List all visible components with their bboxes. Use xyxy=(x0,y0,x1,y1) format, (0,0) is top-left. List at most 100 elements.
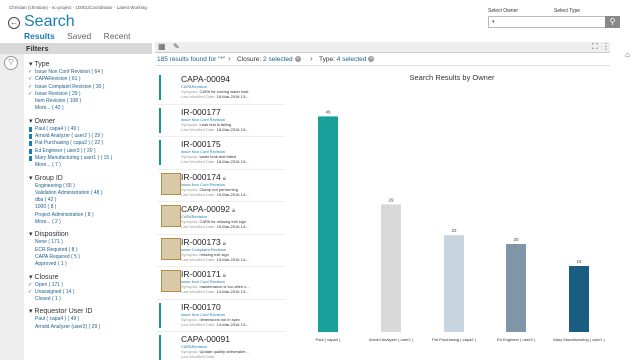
result-card[interactable]: IR-000177 Issue Non Conf Revision Synopsis… xyxy=(157,105,285,137)
filter-item[interactable]: Item Revision ( 108 ) xyxy=(25,98,152,105)
result-card[interactable]: IR-000174 🔒︎ Issue Non Conf Revision Synops… xyxy=(157,170,285,202)
filter-item[interactable]: Project Administration ( 8 ) xyxy=(25,212,152,219)
result-id[interactable]: IR-000175 xyxy=(181,139,221,149)
filter-item-label: CAPARevision ( 61 ) xyxy=(35,76,81,83)
result-card[interactable]: IR-000170 Issue Non Conf Revision Synopsis… xyxy=(157,300,285,332)
filter-item[interactable]: ✓ Issue Non Conf Revision ( 64 ) xyxy=(25,69,152,76)
modified-value: 14-Mar-2016 13:... xyxy=(216,289,250,294)
owner-color-marker xyxy=(29,155,32,161)
filter-item-label: Arnold Analyzer ( user2 ) ( 29 ) xyxy=(35,133,104,140)
result-card[interactable]: CAPA-00091 CAPARevision Synopsis: Update q… xyxy=(157,332,285,360)
filter-item[interactable]: 1000 ( 8 ) xyxy=(25,204,152,211)
filter-item[interactable]: Validation Administration ( 48 ) xyxy=(25,190,152,197)
filter-group-heading[interactable]: ▾ Disposition xyxy=(25,230,152,238)
result-id-wrap[interactable]: IR-000177 xyxy=(181,107,221,117)
filter-item[interactable]: Ed Engineer ( user3 ) ( 20 ) xyxy=(25,148,152,155)
filter-item[interactable]: Paul ( capa4 ) ( 49 ) xyxy=(25,126,152,133)
checkmark-icon: ✓ xyxy=(28,76,33,83)
filter-item-label: ECR Required ( 8 ) xyxy=(35,246,78,253)
modified-label: Last Modified Date: xyxy=(181,159,216,164)
chart-category-label: Arnold Analyzer ( user2 ) xyxy=(369,337,414,342)
filter-item-label: 1000 ( 8 ) xyxy=(35,204,57,211)
expand-icon[interactable]: ⛶ xyxy=(592,42,598,52)
result-id[interactable]: CAPA-00091 xyxy=(181,334,230,344)
filter-more-link[interactable]: More... ( 7 ) xyxy=(25,162,152,169)
search-page: Christian (christian) - no project - 100… xyxy=(0,0,640,360)
closure-chip-label: Closure: xyxy=(237,56,262,63)
filter-item[interactable]: ✓ Issue Complaint Revision ( 30 ) xyxy=(25,84,152,91)
filter-item[interactable]: Arnold Analyzer ( user2 ) ( 29 ) xyxy=(25,133,152,140)
tab-saved[interactable]: Saved xyxy=(67,31,91,41)
result-id[interactable]: IR-000170 xyxy=(181,302,221,312)
result-card[interactable]: CAPA-00094 CAPARevision Synopsis: CAPA for… xyxy=(157,72,285,105)
remove-closure-filter-icon[interactable]: × xyxy=(294,56,301,62)
filter-group-heading[interactable]: ▾ Requestor User ID xyxy=(25,307,152,315)
closure-filter-chip[interactable]: Closure: 2 selected × xyxy=(237,56,301,63)
result-modified: Last Modified Date: 18-Mar-2016 13:... xyxy=(181,159,250,164)
result-card[interactable]: CAPA-00092 🔒︎ CAPARevision Synopsis: CAPA f… xyxy=(157,202,285,235)
result-thumbnail xyxy=(161,237,181,260)
owner-color-marker xyxy=(29,148,32,154)
filter-group-heading[interactable]: ▾ Type xyxy=(25,60,152,68)
filter-item[interactable]: Approved ( 1 ) xyxy=(25,261,152,268)
chart-category-label: Pat Purchasing ( capa2 ) xyxy=(432,337,477,342)
filter-item[interactable]: ✓ CAPARevision ( 61 ) xyxy=(25,76,152,83)
result-card[interactable]: IR-000173 🔒︎ Issue Complaint Revision Synop… xyxy=(157,235,285,267)
filter-more-link[interactable]: More... ( 2 ) xyxy=(25,219,152,226)
tab-recent[interactable]: Recent xyxy=(104,31,131,41)
filter-item[interactable]: ✓ Open ( 171 ) xyxy=(25,282,152,289)
filter-item-label: Open ( 171 ) xyxy=(35,281,64,288)
filter-item[interactable]: ✓ Unassigned ( 14 ) xyxy=(25,289,152,296)
closure-chip-value: 2 selected xyxy=(263,56,293,63)
filter-group-heading[interactable]: ▾ Group ID xyxy=(25,174,152,182)
search-select-input[interactable]: ▾ xyxy=(488,16,619,28)
filter-more-link[interactable]: More... ( 42 ) xyxy=(25,105,152,112)
side-panel-icon[interactable]: ⌂ xyxy=(625,50,637,64)
filter-item-label: Issue Non Conf Revision ( 64 ) xyxy=(35,69,104,75)
result-id[interactable]: IR-000171 xyxy=(181,269,221,279)
result-id-wrap[interactable]: IR-000170 xyxy=(181,302,221,312)
filter-item[interactable]: ✓ Issue Revision ( 29 ) xyxy=(25,91,152,98)
result-id-wrap[interactable]: CAPA-00091 xyxy=(181,334,230,344)
result-id-wrap[interactable]: IR-000175 xyxy=(181,139,221,149)
modified-label: Last Modified Date: xyxy=(181,354,216,359)
filter-item[interactable]: CAPA Required ( 5 ) xyxy=(25,254,152,261)
filter-item[interactable]: ECR Required ( 8 ) xyxy=(25,247,152,254)
filter-item[interactable]: Pat Purchasing ( capa2 ) ( 22 ) xyxy=(25,140,152,147)
result-card[interactable]: IR-000175 Issue Non Conf Revision Synopsis… xyxy=(157,137,285,170)
result-id-wrap[interactable]: CAPA-00094 xyxy=(181,74,230,84)
filter-item[interactable]: dba ( 42 ) xyxy=(25,197,152,204)
remove-type-filter-icon[interactable]: × xyxy=(368,56,375,62)
type-filter-chip[interactable]: Type: 4 selected × xyxy=(319,56,375,63)
modified-value: 18-Mar-2016 13:... xyxy=(216,126,250,132)
result-id[interactable]: CAPA-00092 xyxy=(181,204,230,214)
filter-item[interactable]: Closed ( 1 ) xyxy=(25,296,152,303)
filter-item[interactable]: Paul ( capa4 ) ( 49 ) xyxy=(25,316,152,323)
filter-funnel-icon[interactable]: ▽ xyxy=(4,56,18,70)
filter-item[interactable]: Mary Manufacturing ( user1 ) ( 15 ) xyxy=(25,155,152,162)
result-id[interactable]: IR-000177 xyxy=(181,107,221,117)
result-id[interactable]: IR-000173 xyxy=(181,237,221,247)
table-view-icon[interactable]: ▦ xyxy=(158,43,167,51)
result-thumbnail xyxy=(161,205,181,227)
result-modified: Last Modified Date: 18-Mar-2016 13:... xyxy=(181,94,250,99)
search-button[interactable]: ⚲ xyxy=(605,16,620,28)
filter-item[interactable]: None ( 171 ) xyxy=(25,239,152,246)
filter-group-heading[interactable]: ▾ Owner xyxy=(25,117,152,125)
tab-results[interactable]: Results xyxy=(24,31,55,41)
back-arrow-icon[interactable]: ← xyxy=(8,17,20,29)
filter-item-label: Paul ( capa4 ) ( 49 ) xyxy=(35,125,80,132)
filter-item[interactable]: Engineering ( 65 ) xyxy=(25,183,152,190)
result-id[interactable]: CAPA-00094 xyxy=(181,74,230,84)
filter-item[interactable]: Arnold Analyzer (user2) ( 29 ) xyxy=(25,324,152,331)
result-card[interactable]: IR-000171 🔒︎ Issue Non Conf Revision Synops… xyxy=(157,267,285,300)
left-rail xyxy=(0,54,24,360)
filter-item-label: None ( 171 ) xyxy=(35,239,63,246)
pin-icon[interactable]: ✎ xyxy=(173,42,180,51)
result-modified: Last Modified Date: 18-Mar-2016 13:... xyxy=(181,127,250,132)
result-id[interactable]: IR-000174 xyxy=(181,172,221,182)
breadcrumb[interactable]: Christian (christian) - no project - 100… xyxy=(9,5,147,10)
modified-label: Last Modified Date: xyxy=(181,126,216,132)
settings-icon[interactable]: ⋮ xyxy=(602,42,610,51)
filter-group-heading[interactable]: ▾ Closure xyxy=(25,273,152,281)
